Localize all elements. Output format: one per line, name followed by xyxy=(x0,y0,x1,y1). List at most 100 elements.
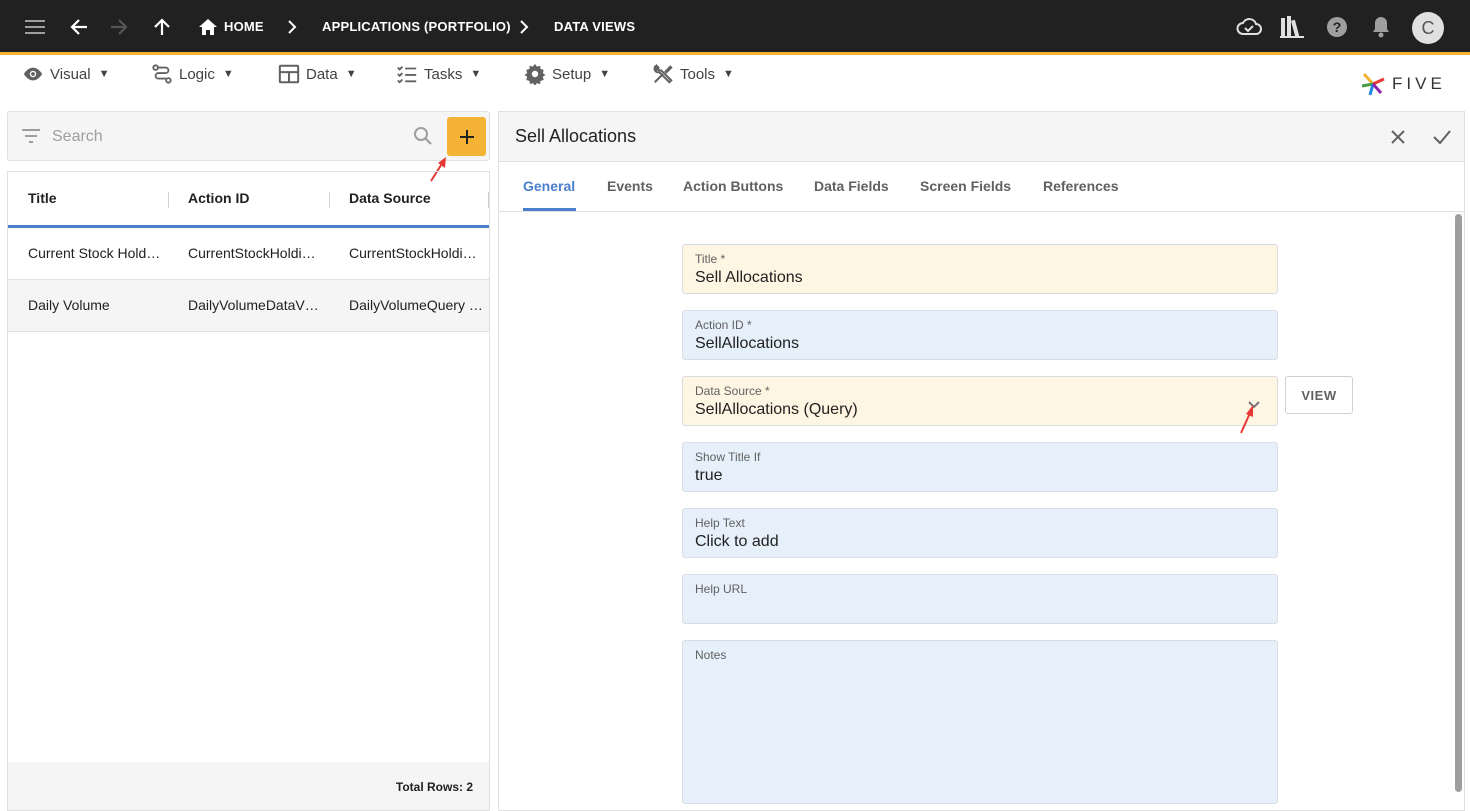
add-button[interactable] xyxy=(447,117,486,156)
action-id-field[interactable]: Action ID * SellAllocations xyxy=(682,310,1278,360)
action-id-field-label: Action ID * xyxy=(695,318,752,332)
tab-data-fields[interactable]: Data Fields xyxy=(814,178,889,194)
data-source-field-label: Data Source * xyxy=(695,384,770,398)
caret-down-icon: ▼ xyxy=(222,68,234,80)
column-divider[interactable] xyxy=(488,192,489,208)
forward-arrow-icon[interactable] xyxy=(104,12,134,42)
show-title-if-field-label: Show Title If xyxy=(695,450,761,464)
five-logo: FIVE xyxy=(1360,71,1446,97)
caret-down-icon: ▼ xyxy=(345,68,357,80)
data-grid: Title Action ID Data Source Current Stoc… xyxy=(7,171,490,811)
home-icon[interactable] xyxy=(196,12,220,42)
chevron-right-icon xyxy=(520,20,529,34)
data-source-field-value: SellAllocations (Query) xyxy=(695,401,858,418)
column-header-action-id[interactable]: Action ID xyxy=(188,190,249,206)
cloud-deploy-icon[interactable] xyxy=(1234,12,1264,42)
title-field-value: Sell Allocations xyxy=(695,269,803,286)
close-icon xyxy=(1391,130,1405,144)
cell-data-source: DailyVolumeQuery … xyxy=(349,297,483,313)
back-arrow-icon[interactable] xyxy=(64,12,94,42)
caret-down-icon: ▼ xyxy=(599,68,611,80)
breadcrumb-data-views[interactable]: DATA VIEWS xyxy=(554,19,635,34)
cell-action-id: DailyVolumeDataV… xyxy=(188,297,319,313)
cell-action-id: CurrentStockHoldi… xyxy=(188,245,316,261)
grid-footer: Total Rows: 2 xyxy=(8,762,489,810)
save-button[interactable] xyxy=(1429,124,1455,150)
help-text-field-value: Click to add xyxy=(695,533,779,550)
search-icon[interactable] xyxy=(413,126,433,146)
menu-logic-label: Logic xyxy=(179,65,215,83)
up-arrow-icon[interactable] xyxy=(147,12,177,42)
form-title: Sell Allocations xyxy=(515,126,637,146)
tasks-icon xyxy=(397,66,417,84)
five-logo-icon xyxy=(1361,72,1385,96)
breadcrumb-applications[interactable]: APPLICATIONS (PORTFOLIO) xyxy=(322,19,511,34)
form-header: Sell Allocations xyxy=(499,112,1464,162)
table-icon xyxy=(278,64,300,84)
notes-field[interactable]: Notes xyxy=(682,640,1278,804)
help-text-field-label: Help Text xyxy=(695,516,745,530)
title-field[interactable]: Title * Sell Allocations xyxy=(682,244,1278,294)
cell-title: Daily Volume xyxy=(28,297,110,313)
user-avatar[interactable]: C xyxy=(1412,12,1444,44)
annotation-arrow-icon xyxy=(1240,405,1253,434)
close-button[interactable] xyxy=(1385,124,1411,150)
total-rows: Total Rows: 2 xyxy=(395,780,473,794)
table-row[interactable]: Daily Volume DailyVolumeDataV… DailyVolu… xyxy=(8,280,489,332)
breadcrumb-home[interactable]: HOME xyxy=(224,19,264,34)
help-url-field[interactable]: Help URL xyxy=(682,574,1278,624)
menu-bar: Visual ▼ Logic ▼ Data ▼ Tasks ▼ Setup ▼ … xyxy=(0,55,1470,111)
menu-data-label: Data xyxy=(306,65,338,83)
caret-down-icon: ▼ xyxy=(470,68,482,80)
form-tabs: General Events Action Buttons Data Field… xyxy=(499,162,1464,212)
search-bar xyxy=(7,111,490,161)
view-button[interactable]: VIEW xyxy=(1285,376,1353,414)
menu-visual[interactable]: Visual ▼ xyxy=(22,63,109,85)
filter-icon[interactable] xyxy=(21,128,41,144)
chevron-right-icon xyxy=(288,20,297,34)
help-url-field-label: Help URL xyxy=(695,582,748,596)
tab-general[interactable]: General xyxy=(523,178,575,194)
tab-action-buttons[interactable]: Action Buttons xyxy=(683,178,783,194)
app-bar: HOME APPLICATIONS (PORTFOLIO) DATA VIEWS… xyxy=(0,0,1470,55)
menu-logic[interactable]: Logic ▼ xyxy=(151,63,234,85)
column-header-data-source[interactable]: Data Source xyxy=(349,190,431,206)
list-panel: Title Action ID Data Source Current Stoc… xyxy=(7,111,490,811)
menu-data[interactable]: Data ▼ xyxy=(278,63,357,85)
form-scrollbar[interactable] xyxy=(1453,214,1463,810)
help-text-field[interactable]: Help Text Click to add xyxy=(682,508,1278,558)
column-divider[interactable] xyxy=(329,192,330,208)
help-icon[interactable]: ? xyxy=(1322,12,1352,42)
logo-text: FIVE xyxy=(1392,74,1446,93)
tab-references[interactable]: References xyxy=(1043,178,1119,194)
column-divider[interactable] xyxy=(168,192,169,208)
table-row[interactable]: Current Stock Hold… CurrentStockHoldi… C… xyxy=(8,228,489,280)
plus-icon xyxy=(459,129,474,144)
data-source-select[interactable]: Data Source * SellAllocations (Query) xyxy=(682,376,1278,426)
caret-down-icon: ▼ xyxy=(98,68,110,80)
hamburger-menu-icon[interactable] xyxy=(20,12,50,42)
logic-icon xyxy=(152,64,172,84)
tab-events[interactable]: Events xyxy=(607,178,653,194)
menu-tools-label: Tools xyxy=(680,65,716,83)
scrollbar-thumb[interactable] xyxy=(1455,214,1462,792)
form-panel: Sell Allocations General Events Action B… xyxy=(498,111,1465,811)
menu-tasks-label: Tasks xyxy=(424,65,463,83)
menu-setup[interactable]: Setup ▼ xyxy=(524,63,610,85)
show-title-if-field-value: true xyxy=(695,467,723,484)
column-header-title[interactable]: Title xyxy=(28,190,57,206)
menu-tools[interactable]: Tools ▼ xyxy=(652,63,734,85)
gear-icon xyxy=(524,63,546,85)
notes-field-label: Notes xyxy=(695,648,727,662)
notifications-bell-icon[interactable] xyxy=(1366,12,1396,42)
show-title-if-field[interactable]: Show Title If true xyxy=(682,442,1278,492)
menu-tasks[interactable]: Tasks ▼ xyxy=(396,63,481,85)
tools-icon xyxy=(653,63,673,84)
svg-text:?: ? xyxy=(1333,19,1342,35)
action-id-field-value: SellAllocations xyxy=(695,335,800,352)
tab-screen-fields[interactable]: Screen Fields xyxy=(920,178,1011,194)
active-tab-indicator xyxy=(523,208,576,211)
library-books-icon[interactable] xyxy=(1277,12,1307,42)
search-input[interactable] xyxy=(52,126,392,148)
cell-title: Current Stock Hold… xyxy=(28,245,161,261)
